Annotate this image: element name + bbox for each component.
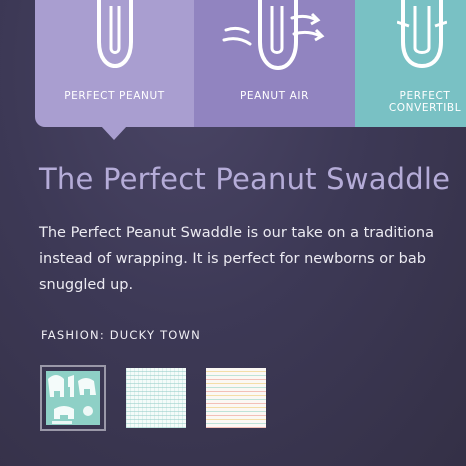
description-line: instead of wrapping. It is perfect for n… [39,251,426,267]
elephant-pattern-icon [46,371,100,425]
tab-label-perfect-convertible: PERFECT CONVERTIBL [388,90,462,114]
convertible-swaddle-icon [397,0,447,69]
tab-perfect-convertible[interactable]: PERFECT CONVERTIBL [355,0,466,127]
description-line: snuggled up. [39,277,134,293]
product-title: The Perfect Peanut Swaddle [39,162,451,196]
peanut-air-swaddle-icon [222,0,325,71]
ducky-town-swatch[interactable] [40,365,106,431]
tab-perfect-peanut[interactable]: PERFECT PEANUT [35,0,194,127]
product-tabs: PERFECT PEANUT PEANUT AIR PERFECT CONVER… [0,0,466,128]
ducky-town-pattern [46,371,100,425]
tab-label-peanut-air: PEANUT AIR [239,90,309,102]
pastel-stripe-swatch[interactable] [206,368,266,428]
fashion-label: FASHION: DUCKY TOWN [41,328,201,342]
peanut-swaddle-icon [97,0,133,69]
tab-peanut-air[interactable]: PEANUT AIR [194,0,355,127]
mint-grid-swatch[interactable] [126,368,186,428]
tab-label-perfect-peanut: PERFECT PEANUT [64,90,165,102]
selected-tab-pointer [101,126,127,140]
product-description: The Perfect Peanut Swaddle is our take o… [39,220,466,298]
description-line: The Perfect Peanut Swaddle is our take o… [39,225,434,241]
